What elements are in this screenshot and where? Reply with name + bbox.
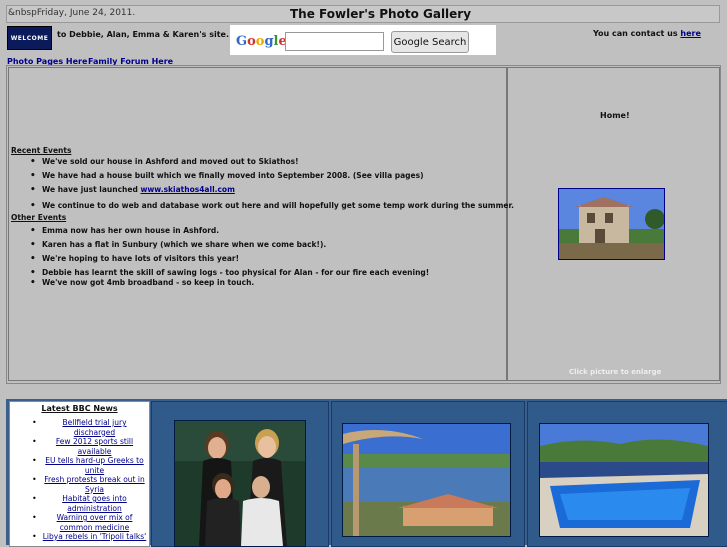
pool-image xyxy=(540,424,708,536)
news-link[interactable]: Bellfield trial jury discharged xyxy=(62,418,126,437)
news-item: Libya rebels in 'Tripoli talks' xyxy=(10,532,149,542)
google-search-button[interactable]: Google Search xyxy=(391,31,469,53)
skiathos4all-link[interactable]: www.skiathos4all.com xyxy=(140,185,234,194)
sea-view-image xyxy=(343,424,510,536)
recent-events-list: We've sold our house in Ashford and move… xyxy=(30,157,514,215)
search-input[interactable] xyxy=(285,32,384,51)
news-link[interactable]: Fresh protests break out in Syria xyxy=(44,475,144,494)
news-link[interactable]: Libya rebels in 'Tripoli talks' xyxy=(43,532,147,541)
news-list: Bellfield trial jury discharged Few 2012… xyxy=(10,418,149,542)
list-item: Debbie has learnt the skill of sawing lo… xyxy=(30,268,429,278)
google-logo: Google xyxy=(236,34,287,49)
list-item: Emma now has her own house in Ashford. xyxy=(30,226,429,240)
other-events-heading: Other Events xyxy=(11,213,67,222)
villa-thumbnail[interactable] xyxy=(558,188,665,260)
news-item: Bellfield trial jury discharged xyxy=(10,418,149,437)
news-item: Warning over mix of common medicine xyxy=(10,513,149,532)
pool-photo[interactable] xyxy=(539,423,709,537)
contact-link[interactable]: here xyxy=(680,29,701,38)
contact-text: You can contact us here xyxy=(593,29,701,38)
family-image xyxy=(175,421,305,546)
family-photo[interactable] xyxy=(174,420,306,547)
list-item: We've now got 4mb broadband - so keep in… xyxy=(30,278,429,292)
recent-events-heading: Recent Events xyxy=(11,146,72,155)
news-link[interactable]: Habitat goes into administration xyxy=(62,494,127,513)
events-panel xyxy=(8,67,507,381)
bbc-news-title-link[interactable]: Latest BBC News xyxy=(41,404,117,413)
contact-prefix: You can contact us xyxy=(593,29,681,38)
home-label: Home! xyxy=(600,111,630,120)
welcome-badge: WELCOME xyxy=(7,26,52,50)
list-item: We have had a house built which we final… xyxy=(30,171,514,185)
list-item: Karen has a flat in Sunbury (which we sh… xyxy=(30,240,429,254)
list-item: We have just launched www.skiathos4all.c… xyxy=(30,185,514,199)
list-item: We've sold our house in Ashford and move… xyxy=(30,157,514,171)
other-events-list: Emma now has her own house in Ashford. K… xyxy=(30,226,429,292)
view-photo[interactable] xyxy=(342,423,511,537)
news-item: Fresh protests break out in Syria xyxy=(10,475,149,494)
news-link[interactable]: EU tells hard-up Greeks to unite xyxy=(45,456,143,475)
list-item: We're hoping to have lots of visitors th… xyxy=(30,254,429,268)
enlarge-caption: Click picture to enlarge xyxy=(569,368,662,376)
list-item: We continue to do web and database work … xyxy=(30,201,514,215)
news-item: EU tells hard-up Greeks to unite xyxy=(10,456,149,475)
date-text: &nbspFriday, June 24, 2011. xyxy=(8,8,136,18)
page-title: The Fowler's Photo Gallery xyxy=(290,7,472,21)
bbc-news-box: Latest BBC News Bellfield trial jury dis… xyxy=(9,401,150,547)
news-item: Few 2012 sports still available xyxy=(10,437,149,456)
news-link[interactable]: Warning over mix of common medicine xyxy=(57,513,133,532)
villa-image xyxy=(559,189,664,259)
bbc-news-title: Latest BBC News xyxy=(10,404,149,413)
news-link[interactable]: Few 2012 sports still available xyxy=(56,437,133,456)
news-item: Habitat goes into administration xyxy=(10,494,149,513)
